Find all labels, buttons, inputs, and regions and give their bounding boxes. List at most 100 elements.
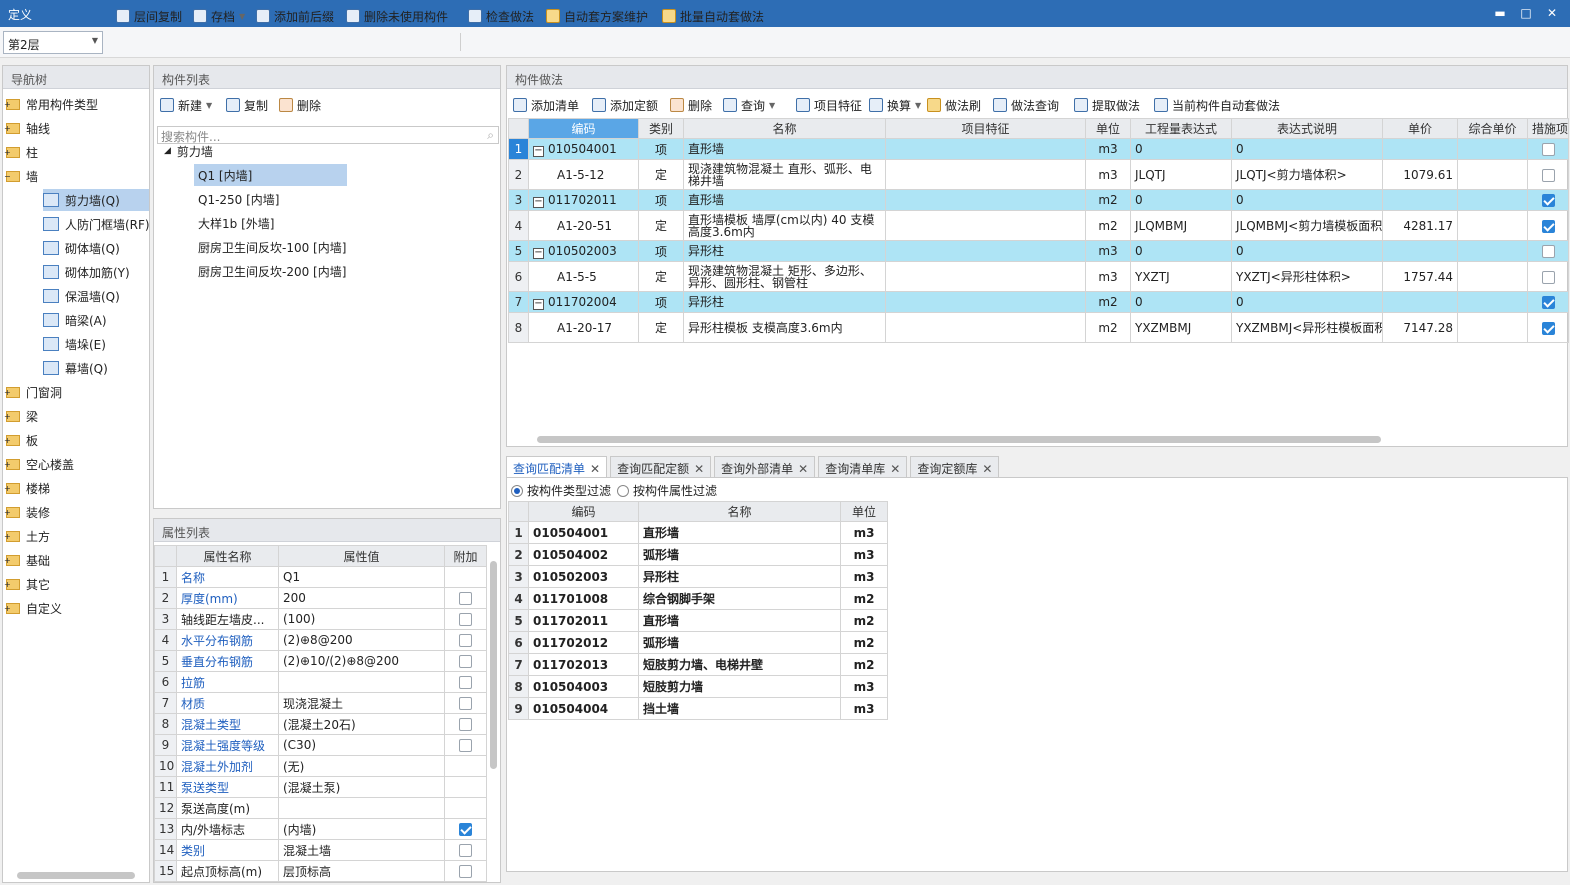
property-value[interactable] — [278, 671, 445, 693]
feature-cell[interactable] — [885, 210, 1086, 241]
method-row[interactable]: 6 A1-5-5 定现浇建筑物混凝土 矩形、多边形、异形、圆形柱、钢管柱 m3 YXZT… — [508, 261, 1569, 292]
collapse-icon[interactable]: − — [533, 247, 544, 259]
nav-item[interactable]: + 楼梯 — [4, 477, 50, 499]
query-row[interactable]: 4 011701008 综合钢脚手架 m2 — [508, 587, 888, 610]
property-row[interactable]: 14 类别 混凝土墙 — [154, 839, 487, 861]
name-cell[interactable]: 直形墙 — [683, 189, 886, 211]
attach-checkbox[interactable] — [459, 844, 472, 857]
add-list-button[interactable]: 添加清单 — [513, 96, 579, 114]
property-value[interactable]: 现浇混凝土 — [278, 692, 445, 714]
nav-item[interactable]: + 梁 — [4, 405, 38, 427]
attach-checkbox[interactable] — [459, 676, 472, 689]
nav-item[interactable]: 砌体墙(Q) — [43, 237, 120, 259]
property-row[interactable]: 11 泵送类型 (混凝土泵) — [154, 776, 487, 798]
close-icon[interactable]: ✕ — [982, 462, 992, 476]
method-scrollbar[interactable] — [537, 436, 1381, 443]
component-item[interactable]: Q1-250 [内墙] — [194, 188, 280, 210]
nav-item[interactable]: 保温墙(Q) — [43, 285, 120, 307]
copy-button[interactable]: 复制 — [226, 96, 268, 114]
query-row[interactable]: 1 010504001 直形墙 m3 — [508, 521, 888, 544]
close-icon[interactable]: ✕ — [798, 462, 808, 476]
query-row[interactable]: 3 010502003 异形柱 m3 — [508, 565, 888, 588]
name-cell[interactable]: 异形柱模板 支模高度3.6m内 — [683, 312, 886, 343]
batch-auto-button[interactable]: 批量自动套做法 — [662, 7, 764, 25]
code-cell[interactable]: −011702011 — [528, 189, 639, 211]
measure-checkbox[interactable] — [1541, 321, 1555, 335]
name-cell[interactable]: 异形柱 — [683, 291, 886, 313]
property-scrollbar[interactable] — [490, 561, 497, 769]
feature-cell[interactable] — [885, 138, 1086, 160]
component-group[interactable]: ◢ 剪力墙 — [164, 140, 213, 162]
measure-checkbox[interactable] — [1541, 194, 1555, 207]
attach-checkbox[interactable] — [459, 613, 472, 626]
property-row[interactable]: 12 泵送高度(m) — [154, 797, 487, 819]
query-button[interactable]: 查询 ▼ — [723, 96, 775, 114]
name-cell[interactable]: 现浇建筑物混凝土 矩形、多边形、异形、圆形柱、钢管柱 — [683, 261, 886, 292]
query-tab[interactable]: 查询定额库 ✕ — [910, 456, 1000, 478]
nav-item[interactable]: + 板 — [4, 429, 38, 451]
method-brush-button[interactable]: 做法刷 — [927, 96, 981, 114]
expression-cell[interactable]: 0 — [1130, 138, 1232, 160]
close-icon[interactable]: ✕ — [890, 462, 900, 476]
delete-unused-button[interactable]: 删除未使用构件 — [346, 7, 448, 25]
method-row[interactable]: 1−010504001 项直形墙 m3 0 0 — [508, 138, 1569, 160]
nav-item[interactable]: 砌体加筋(Y) — [43, 261, 130, 283]
property-row[interactable]: 2 厚度(mm) 200 — [154, 587, 487, 609]
method-query-button[interactable]: 做法查询 — [993, 96, 1059, 114]
nav-item[interactable]: 墙垛(E) — [43, 333, 106, 355]
property-row[interactable]: 7 材质 现浇混凝土 — [154, 692, 487, 714]
attach-checkbox[interactable] — [459, 865, 472, 878]
component-item[interactable]: 厨房卫生间反坎-200 [内墙] — [194, 260, 346, 282]
name-cell[interactable]: 直形墙 — [683, 138, 886, 160]
measure-checkbox[interactable] — [1541, 296, 1555, 309]
expression-cell[interactable]: YXZTJ — [1130, 261, 1232, 292]
attach-checkbox[interactable] — [459, 655, 472, 668]
query-row[interactable]: 7 011702013 短肢剪力墙、电梯井壁 m2 — [508, 653, 888, 676]
expression-cell[interactable]: YXZMBMJ — [1130, 312, 1232, 343]
filter-type-radio[interactable]: 按构件类型过滤 — [511, 482, 611, 499]
add-prefix-suffix-button[interactable]: 添加前后缀 — [256, 7, 334, 25]
query-row[interactable]: 6 011702012 弧形墙 m2 — [508, 631, 888, 654]
code-cell[interactable]: −011702004 — [528, 291, 639, 313]
collapse-icon[interactable]: − — [533, 145, 544, 157]
check-method-button[interactable]: 检查做法 — [468, 7, 534, 25]
add-quota-button[interactable]: 添加定额 — [592, 96, 658, 114]
attach-checkbox[interactable] — [459, 823, 472, 836]
feature-cell[interactable] — [885, 291, 1086, 313]
feature-cell[interactable] — [885, 261, 1086, 292]
measure-checkbox[interactable] — [1541, 219, 1555, 233]
expression-cell[interactable]: JLQTJ — [1130, 159, 1232, 190]
code-cell[interactable]: −010502003 — [528, 240, 639, 262]
nav-item[interactable]: + 常用构件类型 — [4, 93, 98, 115]
nav-item[interactable]: + 空心楼盖 — [4, 453, 74, 475]
feature-cell[interactable] — [885, 159, 1086, 190]
nav-item[interactable]: 幕墙(Q) — [43, 357, 108, 379]
method-row[interactable]: 2 A1-5-12 定现浇建筑物混凝土 直形、弧形、电梯井墙 m3 JLQTJ JLQTJ… — [508, 159, 1569, 190]
nav-item[interactable]: 暗梁(A) — [43, 309, 107, 331]
measure-checkbox[interactable] — [1541, 245, 1555, 258]
query-tab[interactable]: 查询清单库 ✕ — [818, 456, 908, 478]
floor-select[interactable]: 第2层 ▼ — [3, 31, 103, 54]
maximize-button[interactable]: □ — [1516, 4, 1536, 22]
property-value[interactable]: (无) — [278, 755, 445, 777]
query-row[interactable]: 8 010504003 短肢剪力墙 m3 — [508, 675, 888, 698]
attach-checkbox[interactable] — [459, 718, 472, 731]
close-button[interactable]: ✕ — [1542, 4, 1562, 22]
property-row[interactable]: 4 水平分布钢筋 (2)⊕8@200 — [154, 629, 487, 651]
feature-cell[interactable] — [885, 312, 1086, 343]
property-row[interactable]: 6 拉筋 — [154, 671, 487, 693]
measure-checkbox[interactable] — [1541, 270, 1555, 284]
property-row[interactable]: 15 起点顶标高(m) 层顶标高 — [154, 860, 487, 882]
name-cell[interactable]: 异形柱 — [683, 240, 886, 262]
filter-attr-radio[interactable]: 按构件属性过滤 — [617, 482, 717, 499]
property-row[interactable]: 13 内/外墙标志 (内墙) — [154, 818, 487, 840]
method-row[interactable]: 8 A1-20-17 定异形柱模板 支模高度3.6m内 m2 YXZMBMJ YXZMBM… — [508, 312, 1569, 343]
close-icon[interactable]: ✕ — [590, 462, 600, 476]
property-row[interactable]: 10 混凝土外加剂 (无) — [154, 755, 487, 777]
method-row[interactable]: 4 A1-20-51 定直形墙模板 墙厚(cm以内) 40 支模高度3.6m内 m2 J… — [508, 210, 1569, 241]
measure-checkbox[interactable] — [1541, 143, 1555, 156]
nav-item[interactable]: + 门窗洞 — [4, 381, 62, 403]
expression-cell[interactable]: 0 — [1130, 291, 1232, 313]
nav-item[interactable]: + 土方 — [4, 525, 50, 547]
query-tab[interactable]: 查询匹配清单 ✕ — [506, 456, 608, 478]
